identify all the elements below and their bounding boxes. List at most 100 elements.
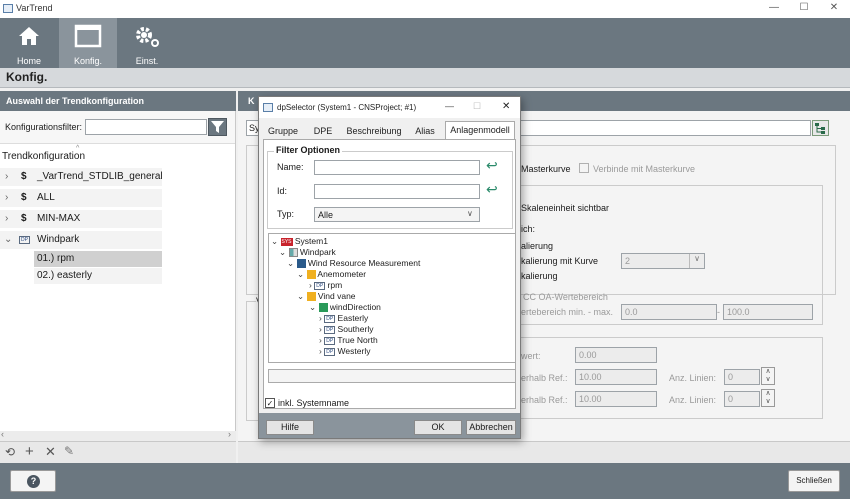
datapoint-select-button[interactable] (812, 120, 829, 136)
help-dialog-button[interactable]: Hilfe (266, 420, 314, 435)
tree-row[interactable]: › DP Westerly (319, 345, 370, 357)
settings-button[interactable]: Einst. (122, 18, 172, 68)
tree-label: windDirection (329, 302, 381, 312)
tab-anlagenmodell[interactable]: Anlagenmodell (445, 121, 515, 140)
tree-child-label: 02.) easterly (37, 270, 93, 281)
dialog-close-button[interactable]: ✕ (502, 101, 510, 112)
tree-label: Vind vane (317, 291, 356, 301)
masterkurve-label: Masterkurve (521, 164, 571, 174)
anz-label-1: Anz. Linien: (669, 373, 717, 383)
collapse-arrow-icon[interactable]: ⌄ (309, 302, 316, 312)
minimize-button[interactable]: — (764, 2, 784, 13)
help-button[interactable]: ? (10, 470, 56, 492)
id-input[interactable] (314, 184, 480, 199)
tree-label: Anemometer (317, 269, 367, 279)
kurve-select[interactable]: 2 ∨ (621, 253, 705, 269)
dp-icon: DP (324, 325, 336, 334)
tree-header: Trendkonfiguration (2, 151, 86, 162)
collapse-arrow-icon[interactable]: ⌄ (287, 258, 294, 268)
tree-row[interactable]: › $ MIN-MAX (0, 210, 162, 228)
dollar-icon: $ (21, 192, 27, 203)
tab-gruppe[interactable]: Gruppe (265, 123, 301, 140)
collapse-arrow-icon[interactable]: ⌄ (271, 236, 278, 246)
filter-button[interactable] (208, 118, 227, 136)
close-button[interactable]: ✕ (824, 2, 844, 13)
scroll-left-icon[interactable]: ‹ (1, 429, 4, 439)
expand-arrow-icon[interactable]: › (319, 346, 322, 356)
tree-label: True North (337, 335, 378, 345)
dialog-maximize-button[interactable]: ☐ (473, 101, 481, 112)
add-icon[interactable]: + (25, 443, 34, 460)
refresh-icon[interactable]: ⟲ (5, 445, 15, 459)
expand-arrow-icon[interactable]: › (309, 280, 312, 290)
min-input[interactable]: 0.0 (621, 304, 717, 320)
anz-label-2: Anz. Linien: (669, 395, 717, 405)
type-select[interactable]: Alle ∨ (314, 207, 480, 222)
system-name-checkbox[interactable]: ✓ (265, 398, 275, 408)
name-input[interactable] (314, 160, 480, 175)
collapse-arrow-icon[interactable]: ⌄ (297, 269, 304, 279)
oberhalb-value: 10.00 (579, 372, 602, 382)
delete-icon[interactable]: ✕ (45, 444, 56, 460)
type-select-value: Alle (318, 210, 334, 220)
expand-arrow-icon[interactable]: › (319, 324, 322, 334)
ok-button[interactable]: OK (414, 420, 462, 435)
expand-arrow-icon[interactable]: › (5, 171, 8, 182)
grid-blue-icon (296, 259, 306, 269)
unterhalb-input[interactable]: 10.00 (575, 391, 657, 407)
max-input[interactable]: 100.0 (723, 304, 813, 320)
tab-dpe[interactable]: DPE (307, 123, 339, 140)
expand-arrow-icon[interactable]: › (319, 313, 322, 323)
expand-arrow-icon[interactable]: › (5, 213, 8, 224)
home-button[interactable]: Home (4, 18, 54, 68)
anz-spinner-2[interactable]: ∧ ∨ (761, 389, 775, 407)
dp-icon: DP (314, 281, 326, 290)
collapse-arrow-icon[interactable]: ⌄ (279, 247, 286, 257)
horizontal-scrollbar[interactable]: ‹ › (0, 429, 236, 441)
expand-arrow-icon[interactable]: › (5, 192, 8, 203)
oberhalb-input[interactable]: 10.00 (575, 369, 657, 385)
collapse-arrow-icon[interactable]: ⌄ (297, 291, 304, 301)
dp-icon: DP (324, 347, 336, 356)
settings-label: Einst. (135, 56, 159, 66)
tree-child-label: 01.) rpm (37, 253, 75, 264)
chevron-down-icon[interactable]: ∨ (467, 209, 473, 218)
tree-label: Easterly (337, 313, 369, 323)
selection-field[interactable] (268, 369, 516, 383)
config-button[interactable]: Konfig. (59, 18, 117, 68)
wert-input[interactable]: 0.00 (575, 347, 657, 363)
chevron-down-icon[interactable]: ∨ (689, 254, 704, 268)
collapse-arrow-icon[interactable]: ⌄ (4, 234, 12, 245)
dialog-minimize-button[interactable]: — (445, 101, 454, 111)
page-title: Konfig. (6, 70, 48, 84)
tree-child-row[interactable]: 02.) easterly (34, 268, 162, 284)
verbinde-checkbox[interactable] (579, 163, 589, 173)
tree-area: Trendkonfiguration ^ › $ _VarTrend_STDLI… (0, 143, 235, 433)
anz-input-2[interactable]: 0 (724, 391, 760, 407)
dollar-icon: $ (21, 213, 27, 224)
tab-beschreibung[interactable]: Beschreibung (345, 123, 403, 140)
id-enter-icon[interactable]: ↩ (486, 181, 498, 198)
page-header: Konfig. (0, 68, 850, 88)
tree-label: Westerly (337, 346, 371, 356)
anz-input-1[interactable]: 0 (724, 369, 760, 385)
edit-icon[interactable]: ✎ (64, 444, 74, 458)
close-dialog-label: Schließen (796, 476, 832, 485)
gear-icon (136, 27, 159, 47)
name-enter-icon[interactable]: ↩ (486, 157, 498, 174)
cancel-button[interactable]: Abbrechen (466, 420, 516, 435)
app-title: VarTrend (16, 3, 53, 13)
expand-arrow-icon[interactable]: › (319, 335, 322, 345)
tree-child-row[interactable]: 01.) rpm (34, 251, 162, 267)
anz-spinner-1[interactable]: ∧ ∨ (761, 367, 775, 385)
tree-row[interactable]: › $ _VarTrend_STDLIB_general (0, 168, 163, 186)
filter-input[interactable] (85, 119, 207, 135)
kalierung-kurve-label: kalierung mit Kurve (521, 256, 599, 266)
tree-row[interactable]: › $ ALL (0, 189, 162, 207)
right-panel-title: K (248, 96, 255, 106)
tree-row[interactable]: ⌄ DP Windpark (0, 231, 162, 249)
tab-alias[interactable]: Alias (409, 123, 441, 140)
close-dialog-button[interactable]: Schließen (788, 470, 840, 492)
maximize-button[interactable]: ☐ (794, 2, 814, 13)
scroll-right-icon[interactable]: › (228, 429, 231, 439)
